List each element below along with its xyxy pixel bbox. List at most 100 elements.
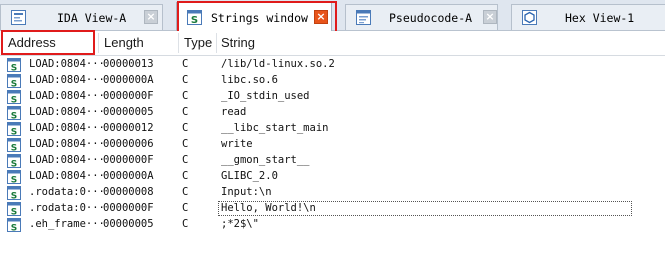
svg-text:S: S [11, 80, 17, 89]
cell-length: 0000000F [103, 202, 154, 214]
column-divider[interactable] [178, 33, 179, 53]
table-row[interactable]: S LOAD:0804··· 00000005 Cread [0, 105, 665, 121]
cell-address: LOAD:0804··· [29, 154, 105, 166]
table-row[interactable]: S LOAD:0804··· 00000006 Cwrite [0, 137, 665, 153]
table-row[interactable]: S LOAD:0804··· 0000000A Clibc.so.6 [0, 73, 665, 89]
cell-type: C [182, 186, 189, 198]
cell-string: Input:\n [221, 186, 272, 198]
cell-address: LOAD:0804··· [29, 122, 105, 134]
table-row[interactable]: S .eh_frame··· 00000005 C ;*2$\" [0, 217, 665, 233]
tab-label: Pseudocode-A [389, 11, 473, 25]
cell-string: read [221, 106, 247, 118]
svg-text:S: S [11, 192, 17, 201]
string-icon: S [7, 122, 21, 136]
svg-text:S: S [11, 144, 17, 153]
string-icon: S [7, 202, 21, 216]
table-row[interactable]: S LOAD:0804··· 00000013 C/lib/ld-linux.so.2 [0, 57, 665, 73]
cell-length: 0000000F [103, 90, 154, 102]
string-icon: S [7, 154, 21, 168]
string-icon: S [7, 170, 21, 184]
pseudocode-icon [356, 10, 371, 25]
tab-label: IDA View-A [57, 11, 127, 25]
svg-text:S: S [11, 64, 17, 73]
close-icon[interactable]: × [314, 10, 328, 24]
tab-label: Strings window [211, 11, 308, 25]
svg-text:S: S [11, 160, 17, 169]
cell-length: 00000013 [103, 58, 154, 70]
table-row[interactable]: S LOAD:0804··· 00000012 C __libc_start_main [0, 121, 665, 137]
cell-address: LOAD:0804··· [29, 90, 105, 102]
string-icon: S [7, 218, 21, 232]
table-row[interactable]: S LOAD:0804··· 0000000A C GLIBC_2.0 [0, 169, 665, 185]
column-type[interactable]: Type [184, 35, 212, 50]
cell-type: C [182, 106, 189, 118]
svg-text:S: S [11, 176, 17, 185]
svg-text:S: S [11, 96, 17, 105]
cell-address: LOAD:0804··· [29, 170, 105, 182]
cell-string: ;*2$\" [221, 218, 259, 230]
cell-type: C [182, 90, 189, 102]
close-icon[interactable]: × [483, 10, 497, 24]
table-row[interactable]: S .rodata:0··· 0000000F C Hello, World!\n [0, 201, 665, 217]
table-row[interactable]: S LOAD:0804··· 0000000F C _IO_stdin_used [0, 89, 665, 105]
tab-strings-window[interactable]: S Strings window × [176, 2, 332, 32]
table-row[interactable]: S LOAD:0804··· 0000000F C __gmon_start__ [0, 153, 665, 169]
cell-length: 0000000F [103, 154, 154, 166]
tab-label: Hex View-1 [565, 11, 635, 25]
cell-length: 00000005 [103, 218, 154, 230]
cell-string: GLIBC_2.0 [221, 170, 278, 182]
cell-length: 00000012 [103, 122, 154, 134]
cell-length: 00000008 [103, 186, 154, 198]
ida-view-icon [11, 10, 26, 25]
string-icon: S [7, 106, 21, 120]
svg-text:S: S [191, 15, 198, 25]
cell-type: C [182, 154, 189, 166]
cell-address: .rodata:0··· [29, 186, 105, 198]
cell-string: __gmon_start__ [221, 154, 310, 166]
svg-text:S: S [11, 224, 17, 233]
table-row[interactable]: S .rodata:0··· 00000008 C Input:\n [0, 185, 665, 201]
close-icon[interactable]: × [144, 10, 158, 24]
cell-string: write [221, 138, 253, 150]
strings-icon: S [187, 10, 202, 25]
cell-type: C [182, 202, 189, 214]
cell-length: 0000000A [103, 74, 154, 86]
tab-pseudocode-a[interactable]: Pseudocode-A × [345, 4, 498, 30]
cell-length: 00000006 [103, 138, 154, 150]
cell-string: _IO_stdin_used [221, 90, 310, 102]
cell-string: /lib/ld-linux.so.2 [221, 58, 335, 70]
cell-address: .rodata:0··· [29, 202, 105, 214]
string-icon: S [7, 58, 21, 72]
cell-type: C [182, 74, 189, 86]
cell-string: __libc_start_main [221, 122, 329, 134]
cell-length: 0000000A [103, 170, 154, 182]
tab-bar: IDA View-A × S Strings window × Pseudoco… [0, 0, 665, 33]
cell-type: C [182, 170, 189, 182]
selection-focus-box [218, 201, 632, 216]
column-string[interactable]: String [221, 35, 255, 50]
cell-address: .eh_frame··· [29, 218, 105, 230]
cell-type: C [182, 138, 189, 150]
svg-text:S: S [11, 112, 17, 121]
cell-address: LOAD:0804··· [29, 106, 105, 118]
column-divider[interactable] [98, 33, 99, 53]
tab-ida-view-a[interactable]: IDA View-A × [0, 4, 163, 30]
cell-type: C [182, 218, 189, 230]
column-address[interactable]: Address [8, 35, 56, 50]
cell-address: LOAD:0804··· [29, 58, 105, 70]
column-divider[interactable] [216, 33, 217, 53]
cell-length: 00000005 [103, 106, 154, 118]
column-length[interactable]: Length [104, 35, 144, 50]
cell-address: LOAD:0804··· [29, 74, 105, 86]
tab-hex-view-1[interactable]: Hex View-1 [511, 4, 665, 30]
cell-address: LOAD:0804··· [29, 138, 105, 150]
cell-string: libc.so.6 [221, 74, 278, 86]
svg-text:S: S [11, 128, 17, 137]
string-icon: S [7, 74, 21, 88]
string-icon: S [7, 138, 21, 152]
string-icon: S [7, 186, 21, 200]
string-icon: S [7, 90, 21, 104]
hex-view-icon [522, 10, 537, 25]
cell-type: C [182, 58, 189, 70]
column-header: Address Length Type String [0, 31, 665, 56]
